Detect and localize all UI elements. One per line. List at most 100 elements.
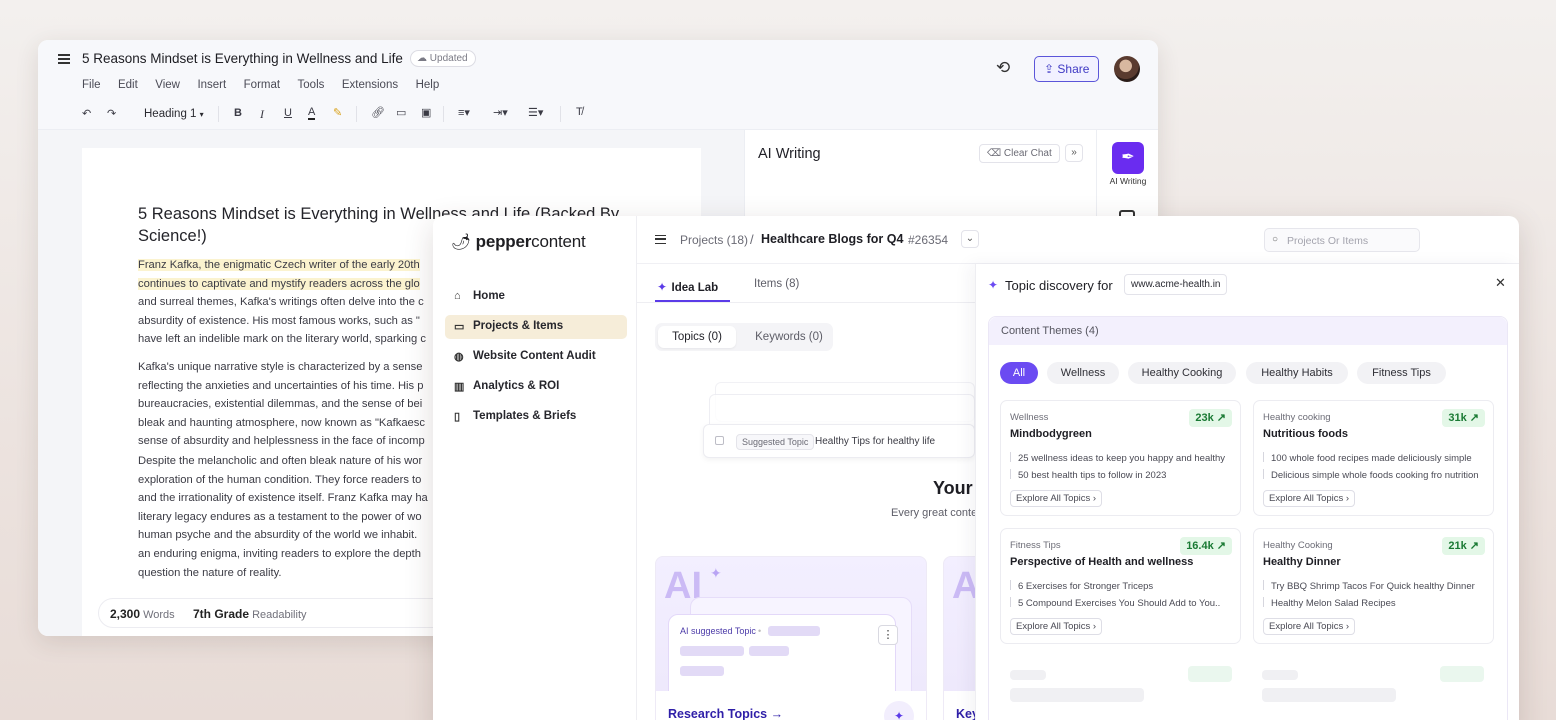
history-icon[interactable]: ⟲ xyxy=(996,58,1010,78)
explore-all-topics-button[interactable]: Explore All Topics › xyxy=(1263,618,1356,635)
feather-icon[interactable]: ✒ xyxy=(1112,142,1144,174)
chevron-down-icon[interactable]: ⌄ xyxy=(961,230,979,248)
highlighted-text: Franz Kafka, the enigmatic Czech writer … xyxy=(138,259,420,271)
sidebar-item-website-audit[interactable]: ◍ Website Content Audit xyxy=(445,345,627,369)
sidebar-item-templates[interactable]: ▯ Templates & Briefs xyxy=(445,405,627,429)
topic-category: Healthy Cooking xyxy=(1263,540,1333,551)
topic-name: Healthy Dinner xyxy=(1263,556,1341,568)
bar-chart-icon: ▥ xyxy=(454,381,465,393)
sparkle-icon: ✦ xyxy=(657,280,668,294)
explore-all-topics-button[interactable]: Explore All Topics › xyxy=(1263,490,1356,507)
underline-icon[interactable]: U xyxy=(284,107,292,119)
image-icon[interactable]: ▣ xyxy=(421,106,431,119)
paragraph-2[interactable]: Kafka's unique narrative style is charac… xyxy=(138,358,438,451)
segment-keywords[interactable]: Keywords (0) xyxy=(747,326,831,348)
align-icon[interactable]: ≡▾ xyxy=(458,106,470,119)
logo-text-bold: pepper xyxy=(475,232,532,251)
hamburger-menu-icon[interactable] xyxy=(655,235,666,244)
share-button[interactable]: ⇪ Share xyxy=(1034,56,1100,82)
menu-view[interactable]: View xyxy=(155,79,180,91)
chevron-right-icon: › xyxy=(1345,493,1350,504)
menu-help[interactable]: Help xyxy=(416,79,440,91)
topic-card[interactable]: Healthy cooking Nutritious foods 31k ↗ 1… xyxy=(1253,400,1494,516)
menu-insert[interactable]: Insert xyxy=(197,79,226,91)
undo-icon[interactable]: ↶ xyxy=(82,107,91,120)
topic-card[interactable]: Wellness Mindbodygreen 23k ↗ 25 wellness… xyxy=(1000,400,1241,516)
bulleted-list-icon[interactable]: ☰▾ xyxy=(528,106,543,119)
segment-topics[interactable]: Topics (0) xyxy=(658,326,736,348)
heading-style-select[interactable]: Heading 1 ▾ xyxy=(144,108,204,120)
sidebar-item-projects[interactable]: ▭ Projects & Items xyxy=(445,315,627,339)
upload-icon: ⇪ xyxy=(1044,62,1055,76)
collapse-panel-button[interactable]: » xyxy=(1065,144,1083,162)
dot-separator: • xyxy=(758,626,762,636)
search-placeholder: Projects Or Items xyxy=(1287,235,1369,247)
filter-all[interactable]: All xyxy=(1000,362,1038,384)
suggested-topic-row[interactable]: Suggested Topic Healthy Tips for healthy… xyxy=(703,424,975,458)
breadcrumb-projects[interactable]: Projects (18) xyxy=(680,233,748,247)
placeholder-bar xyxy=(749,646,789,656)
breadcrumb-current: Healthcare Blogs for Q4 xyxy=(761,232,904,246)
menu-tools[interactable]: Tools xyxy=(298,79,325,91)
word-count: 2,300 Words xyxy=(110,607,175,621)
comment-icon[interactable]: ▭ xyxy=(396,106,406,119)
clear-formatting-icon[interactable]: T̸ xyxy=(576,106,583,118)
research-topics-card[interactable]: AI ✦ AI suggested Topic • ⋮ Research Top… xyxy=(655,556,927,720)
explore-label: Explore All Topics xyxy=(1016,493,1091,504)
paragraph-3[interactable]: Despite the melancholic and often bleak … xyxy=(138,452,438,582)
filter-fitness-tips[interactable]: Fitness Tips xyxy=(1357,362,1446,384)
tab-idea-lab[interactable]: ✦ Idea Lab xyxy=(657,278,718,296)
paragraph-line: bureaucracies, existential dilemmas, and… xyxy=(138,398,423,411)
explore-all-topics-button[interactable]: Explore All Topics › xyxy=(1010,490,1103,507)
word-count-value: 2,300 xyxy=(110,607,141,621)
logo[interactable]: 🌶︎ peppercontent xyxy=(451,232,586,252)
filter-healthy-cooking[interactable]: Healthy Cooking xyxy=(1128,362,1236,384)
doc-title[interactable]: 5 Reasons Mindset is Everything in Welln… xyxy=(82,51,403,66)
paragraph-line: and the irrationality of existence itsel… xyxy=(138,492,428,505)
menu-file[interactable]: File xyxy=(82,79,101,91)
clear-chat-button[interactable]: ⌫ Clear Chat xyxy=(979,144,1060,163)
url-chip[interactable]: www.acme-health.in xyxy=(1124,274,1228,295)
text-color-icon[interactable]: A xyxy=(308,107,316,120)
bold-icon[interactable]: B xyxy=(234,107,242,119)
topic-card[interactable]: Fitness Tips Perspective of Health and w… xyxy=(1000,528,1241,644)
menu-format[interactable]: Format xyxy=(244,79,280,91)
empty-state-subtitle: Every great conte xyxy=(891,507,978,519)
paragraph-1[interactable]: Franz Kafka, the enigmatic Czech writer … xyxy=(138,256,438,349)
menu-edit[interactable]: Edit xyxy=(118,79,138,91)
sparkle-icon: ✦ xyxy=(710,565,722,581)
sidebar-item-analytics[interactable]: ▥ Analytics & ROI xyxy=(445,375,627,399)
highlighter-icon[interactable]: ✎ xyxy=(333,106,342,119)
topic-discovery-title: Topic discovery for xyxy=(1005,278,1113,293)
tab-items[interactable]: Items (8) xyxy=(754,278,799,290)
indent-icon[interactable]: ⇥▾ xyxy=(493,106,508,119)
kebab-menu-icon[interactable]: ⋮ xyxy=(878,625,898,645)
sidebar-item-home[interactable]: ⌂ Home xyxy=(445,285,627,309)
topic-line: 50 best health tips to follow in 2023 xyxy=(1010,469,1236,481)
project-id: #26354 xyxy=(908,233,949,247)
sidebar-item-label: Analytics & ROI xyxy=(473,380,560,392)
search-input[interactable]: ○ Projects Or Items xyxy=(1264,228,1420,252)
checkbox[interactable] xyxy=(715,436,724,445)
avatar[interactable] xyxy=(1114,56,1140,82)
empty-state-title: Your xyxy=(933,478,973,498)
italic-icon[interactable]: I xyxy=(260,107,264,122)
filter-healthy-habits[interactable]: Healthy Habits xyxy=(1246,362,1348,384)
skeleton-bar xyxy=(1010,688,1144,702)
traffic-badge: 31k ↗ xyxy=(1442,409,1485,427)
close-icon[interactable]: ✕ xyxy=(1495,275,1506,291)
explore-all-topics-button[interactable]: Explore All Topics › xyxy=(1010,618,1103,635)
redo-icon[interactable]: ↷ xyxy=(107,107,116,120)
link-icon[interactable]: 🔗︎ xyxy=(371,106,385,119)
ai-panel-title: AI Writing xyxy=(758,146,821,162)
folder-icon: ▭ xyxy=(454,321,465,333)
share-button-label: Share xyxy=(1057,62,1090,76)
topic-card[interactable]: Healthy Cooking Healthy Dinner 21k ↗ Try… xyxy=(1253,528,1494,644)
hamburger-menu-icon[interactable] xyxy=(58,54,70,64)
filter-wellness[interactable]: Wellness xyxy=(1047,362,1119,384)
menu-extensions[interactable]: Extensions xyxy=(342,79,398,91)
tab-label: Idea Lab xyxy=(671,282,719,294)
content-themes-header: Content Themes (4) xyxy=(989,317,1507,345)
sidebar: 🌶︎ peppercontent ⌂ Home ▭ Projects & Ite… xyxy=(433,216,637,720)
doc-menu-bar: File Edit View Insert Format Tools Exten… xyxy=(82,75,452,93)
